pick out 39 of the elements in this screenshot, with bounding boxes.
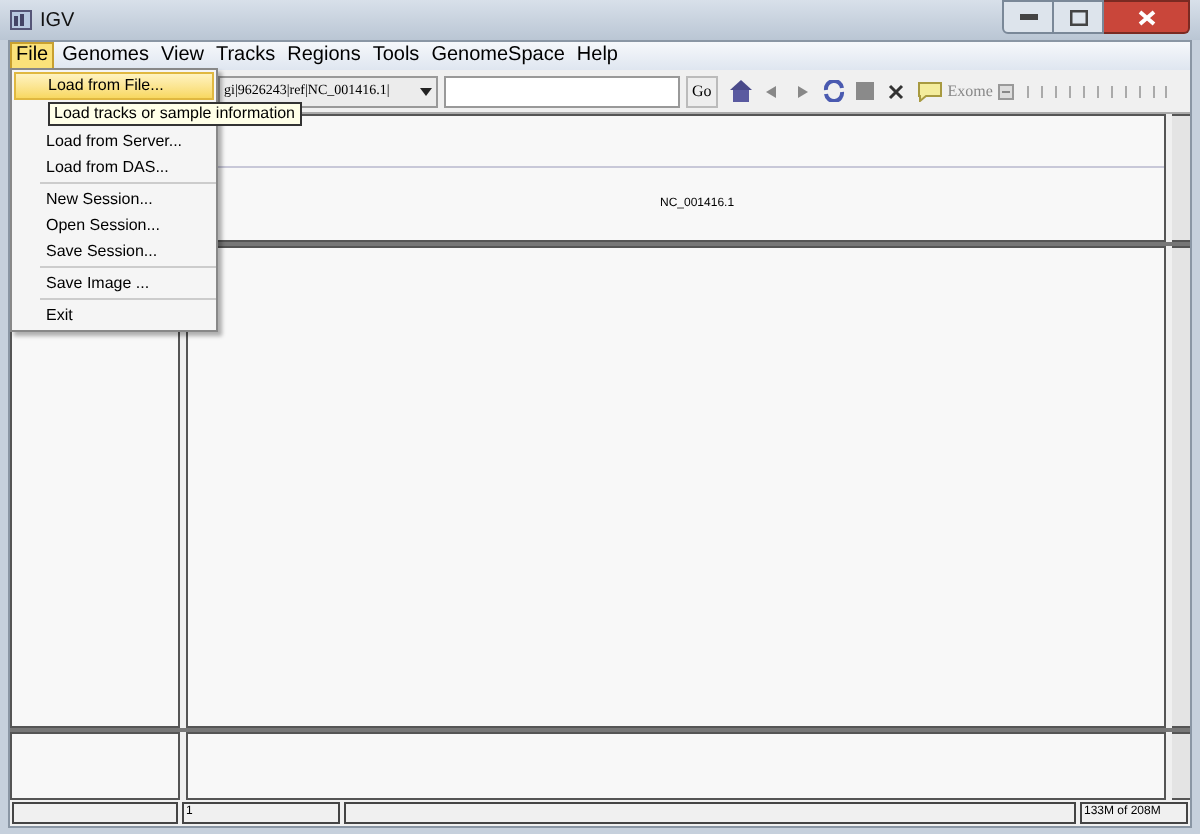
refresh-icon[interactable] <box>821 80 846 102</box>
minimize-button[interactable] <box>1002 0 1054 34</box>
locus-input-field[interactable] <box>444 75 680 107</box>
close-icon <box>1137 9 1155 25</box>
menu-item[interactable]: Regions <box>283 42 365 70</box>
resize-icon[interactable] <box>887 83 904 99</box>
minimize-icon <box>1019 14 1037 20</box>
menu-entry[interactable]: Load from DAS... <box>12 154 216 180</box>
collapse-icon[interactable] <box>998 83 1015 99</box>
menu-item[interactable]: Help <box>572 42 622 70</box>
menu-item[interactable]: Tools <box>368 42 424 70</box>
menu-entry[interactable]: Save Session... <box>12 238 216 264</box>
maximize-icon <box>1069 9 1087 25</box>
scrollbar[interactable] <box>1172 246 1190 728</box>
window-title: IGV <box>40 7 75 35</box>
square-icon[interactable] <box>855 82 874 100</box>
dropdown-arrow-icon <box>420 87 432 95</box>
scrollbar[interactable] <box>1172 114 1190 242</box>
menu-item[interactable]: View <box>156 42 208 70</box>
menu-item[interactable]: File <box>10 42 55 70</box>
menu-entry[interactable]: Save Image ... <box>12 270 216 296</box>
home-icon[interactable] <box>729 80 752 102</box>
close-button[interactable] <box>1104 0 1190 34</box>
menu-item[interactable]: GenomeSpace <box>427 42 569 70</box>
menu-entry[interactable]: Open Session... <box>12 212 216 238</box>
menu-entry[interactable]: New Session... <box>12 186 216 212</box>
go-button[interactable]: Go <box>686 75 718 107</box>
forward-arrow-icon[interactable] <box>797 85 808 97</box>
back-arrow-icon[interactable] <box>765 85 776 97</box>
scrollbar[interactable] <box>1172 732 1190 800</box>
menu-item[interactable]: Tracks <box>211 42 280 70</box>
tooltip: Load tracks or sample information <box>48 102 301 126</box>
menu-entry[interactable]: Load from Server... <box>12 128 216 154</box>
menu-item[interactable]: Genomes <box>58 42 153 70</box>
exome-label: Exome <box>947 79 993 103</box>
app-icon <box>10 10 32 30</box>
maximize-button[interactable] <box>1054 0 1104 34</box>
menu-entry[interactable]: Load from File... <box>14 72 214 100</box>
menu-entry[interactable]: Exit <box>12 302 216 328</box>
